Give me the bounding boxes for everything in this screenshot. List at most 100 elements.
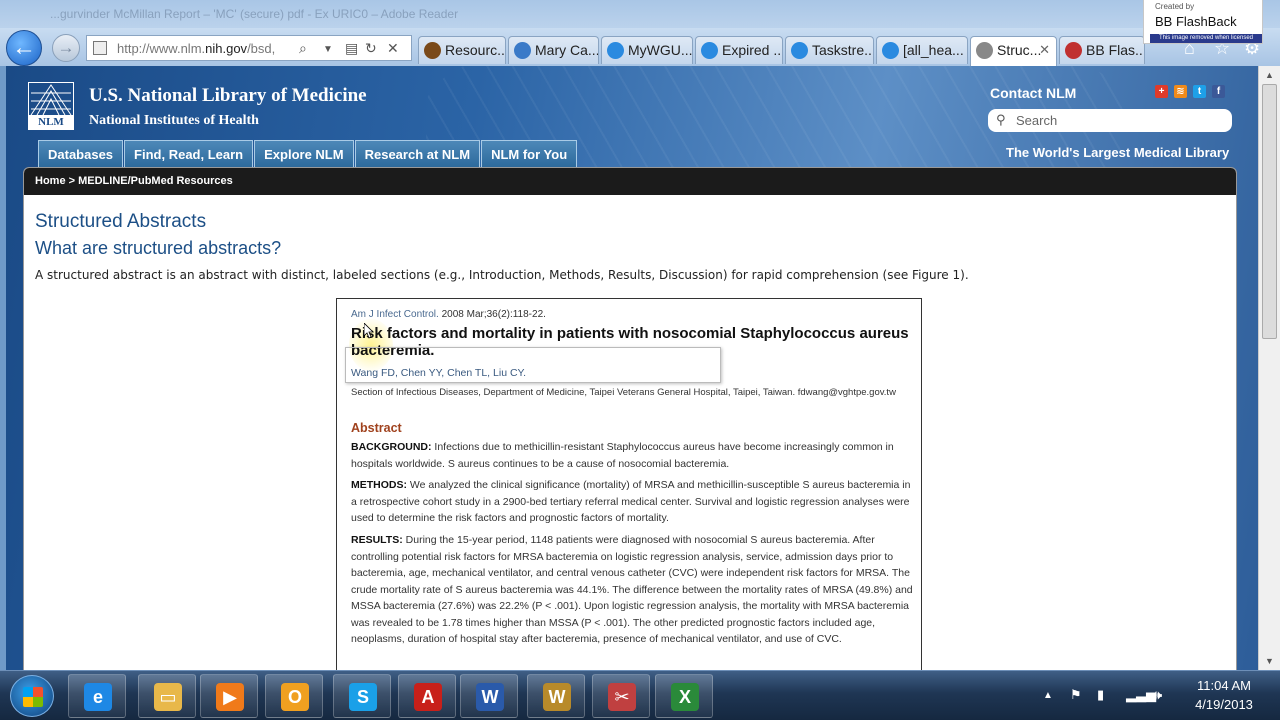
tab-favicon-icon xyxy=(701,42,718,59)
volume-icon[interactable]: 🕪 xyxy=(1154,687,1162,703)
site-subtitle[interactable]: National Institutes of Health xyxy=(89,113,259,129)
search-icon[interactable]: ⌕ xyxy=(299,40,307,57)
section-heading: What are structured abstracts? xyxy=(35,238,282,258)
breadcrumb-bar: Home > MEDLINE/PubMed Resources xyxy=(24,168,1236,195)
flashback-watermark: Created by BB FlashBack This image remov… xyxy=(1143,0,1263,44)
refresh-icon[interactable]: ↻ xyxy=(365,40,377,57)
browser-tab[interactable]: MyWGU... xyxy=(601,36,693,64)
system-clock[interactable]: 11:04 AM 4/19/2013 xyxy=(1184,676,1264,714)
flashback-created-by: Created by xyxy=(1155,2,1195,11)
abstract-results: RESULTS: During the 15-year period, 1148… xyxy=(351,534,913,645)
wgu-taskbar-icon: W xyxy=(543,683,571,711)
tab-favicon-icon xyxy=(1065,42,1082,59)
action-center-flag-icon[interactable]: ⚑ xyxy=(1070,687,1082,703)
browser-tab[interactable]: [all_hea... xyxy=(876,36,968,64)
article-authors[interactable]: Wang FD, Chen YY, Chen TL, Liu CY. xyxy=(351,367,526,379)
nav-tab-find-read-learn[interactable]: Find, Read, Learn xyxy=(124,140,254,167)
word-taskbar-icon: W xyxy=(476,683,504,711)
nav-tab-explore-nlm[interactable]: Explore NLM xyxy=(254,140,354,167)
nav-tab-databases[interactable]: Databases xyxy=(38,140,124,167)
abstract-background: BACKGROUND: Infections due to methicilli… xyxy=(351,441,894,470)
tab-label: Struc... xyxy=(997,42,1042,58)
browser-tab[interactable]: BB Flas... xyxy=(1059,36,1145,64)
snipping-tool-taskbar-icon: ✂ xyxy=(608,683,636,711)
facebook-icon[interactable]: f xyxy=(1212,85,1225,98)
media-player-taskbar-button[interactable]: ▶ xyxy=(200,674,258,718)
journal-link[interactable]: Am J Infect Control. xyxy=(351,309,439,320)
clock-time: 11:04 AM xyxy=(1197,678,1251,693)
acrobat-taskbar-button[interactable]: A xyxy=(398,674,456,718)
network-icon[interactable]: ▂▃▅ xyxy=(1126,687,1156,703)
nlm-logo-text: NLM xyxy=(29,115,73,129)
skype-taskbar-button[interactable]: S xyxy=(333,674,391,718)
tab-favicon-icon xyxy=(514,42,531,59)
power-icon[interactable]: ▮ xyxy=(1097,687,1104,703)
outlook-taskbar-icon: O xyxy=(281,683,309,711)
window-title-bar: ...gurvinder McMillan Report – 'MC' (sec… xyxy=(0,0,1280,30)
figure-abstract-example: Am J Infect Control. 2008 Mar;36(2):118-… xyxy=(336,298,922,670)
tab-favicon-icon xyxy=(976,42,993,59)
outlook-taskbar-button[interactable]: O xyxy=(265,674,323,718)
nav-tab-research-at-nlm[interactable]: Research at NLM xyxy=(354,140,481,167)
rss-icon[interactable]: ≋ xyxy=(1174,85,1187,98)
tab-label: Taskstre... xyxy=(812,42,874,58)
tab-favicon-icon xyxy=(607,42,624,59)
wgu-taskbar-button[interactable]: W xyxy=(527,674,585,718)
forward-button[interactable]: → xyxy=(52,34,80,62)
back-button[interactable]: ← xyxy=(6,30,42,66)
tab-favicon-icon xyxy=(424,42,441,59)
browser-tab[interactable]: Mary Ca... xyxy=(508,36,599,64)
start-button[interactable] xyxy=(10,675,54,717)
mouse-cursor-icon xyxy=(364,323,374,339)
scroll-down-icon[interactable]: ▼ xyxy=(1265,656,1274,666)
taskbar: e ▭ ▶ O S A W W ✂ X ▲ ⚑ ▮ ▂▃▅ 🕪 11:04 AM 4/19/201… xyxy=(0,670,1280,720)
tab-label: [all_hea... xyxy=(903,42,964,58)
address-bar[interactable]: http://www.nlm.nih.gov/bsd, ⌕ ▼ ▤ ↻ ✕ xyxy=(86,35,412,61)
explorer-taskbar-button[interactable]: ▭ xyxy=(138,674,196,718)
share-icon[interactable]: + xyxy=(1155,85,1168,98)
browser-tab[interactable]: Expired ... xyxy=(695,36,783,64)
browser-tab[interactable]: Taskstre... xyxy=(785,36,874,64)
show-hidden-icons-icon[interactable]: ▲ xyxy=(1043,690,1053,701)
breadcrumb[interactable]: Home > MEDLINE/PubMed Resources xyxy=(35,175,233,187)
tab-label: MyWGU... xyxy=(628,42,693,58)
tab-favicon-icon xyxy=(791,42,808,59)
explorer-taskbar-icon: ▭ xyxy=(154,683,182,711)
snipping-tool-taskbar-button[interactable]: ✂ xyxy=(592,674,650,718)
site-search-input[interactable]: ⚲ Search xyxy=(988,109,1232,132)
site-title[interactable]: U.S. National Library of Medicine xyxy=(89,85,367,107)
ie-taskbar-icon: e xyxy=(84,683,112,711)
excel-taskbar-button[interactable]: X xyxy=(655,674,713,718)
search-icon: ⚲ xyxy=(996,112,1006,127)
browser-tab[interactable]: Resourc... xyxy=(418,36,506,64)
article-affiliation: Section of Infectious Diseases, Departme… xyxy=(351,387,896,398)
contact-nlm-link[interactable]: Contact NLM xyxy=(990,85,1076,101)
site-tagline: The World's Largest Medical Library xyxy=(1006,145,1230,160)
scroll-up-icon[interactable]: ▲ xyxy=(1265,70,1274,80)
browser-tab[interactable]: Struc... ✕ xyxy=(970,36,1057,66)
intro-paragraph: A structured abstract is an abstract wit… xyxy=(35,268,969,282)
stop-icon[interactable]: ✕ xyxy=(387,40,399,57)
ie-taskbar-button[interactable]: e xyxy=(68,674,126,718)
media-player-taskbar-icon: ▶ xyxy=(216,683,244,711)
tab-label: Resourc... xyxy=(445,42,506,58)
scrollbar-thumb[interactable] xyxy=(1262,84,1277,339)
twitter-icon[interactable]: t xyxy=(1193,85,1206,98)
vertical-scrollbar[interactable]: ▲ ▼ xyxy=(1258,66,1280,670)
abstract-heading: Abstract xyxy=(351,421,402,435)
nlm-logo[interactable]: NLM xyxy=(28,82,74,130)
compat-view-icon[interactable]: ▤ xyxy=(345,40,358,57)
close-tab-icon[interactable]: ✕ xyxy=(1039,42,1050,58)
nav-tab-nlm-for-you[interactable]: NLM for You xyxy=(481,140,578,167)
nlm-logo-graphic xyxy=(30,84,72,116)
abstract-methods: METHODS: We analyzed the clinical signif… xyxy=(351,479,911,524)
tab-label: BB Flas... xyxy=(1086,42,1145,58)
skype-taskbar-icon: S xyxy=(349,683,377,711)
dropdown-icon[interactable]: ▼ xyxy=(323,44,333,55)
excel-taskbar-icon: X xyxy=(671,683,699,711)
word-taskbar-button[interactable]: W xyxy=(460,674,518,718)
tab-favicon-icon xyxy=(882,42,899,59)
back-arrow-icon: ← xyxy=(12,34,36,61)
page-title: Structured Abstracts xyxy=(35,211,207,232)
main-nav: Databases Find, Read, Learn Explore NLM Res… xyxy=(38,140,578,167)
